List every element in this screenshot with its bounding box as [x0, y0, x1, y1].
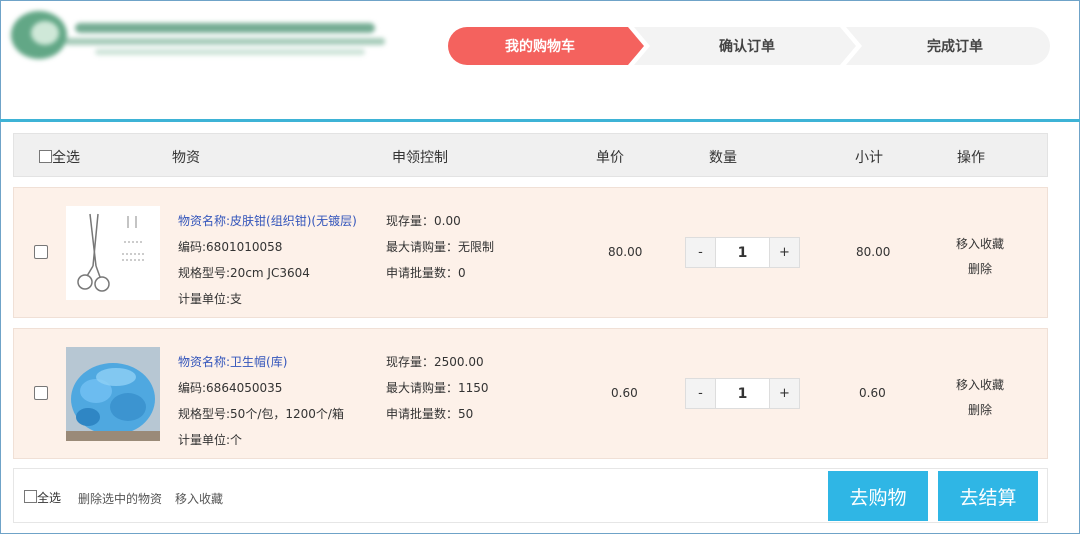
- decrease-button[interactable]: -: [686, 379, 715, 408]
- quantity-stepper: - 1 +: [685, 237, 800, 268]
- max-request-quantity: 最大请购量：无限制: [386, 240, 495, 254]
- go-shopping-button[interactable]: 去购物: [828, 471, 928, 521]
- product-spec: 规格型号:50个/包，1200个/箱: [178, 407, 344, 421]
- select-all-label: 全选: [52, 150, 80, 166]
- product-info: 物资名称:皮肤钳(组织钳)(无镀层) 编码:6801010058 规格型号:20…: [178, 208, 357, 312]
- step-label: 我的购物车: [505, 39, 575, 55]
- row-checkbox[interactable]: [34, 386, 48, 400]
- step-confirm-order[interactable]: 确认订单: [634, 27, 856, 65]
- select-all-checkbox[interactable]: [39, 150, 52, 163]
- product-image[interactable]: [66, 347, 160, 441]
- product-unit: 计量单位:支: [178, 292, 243, 306]
- header-divider: [0, 119, 1080, 122]
- increase-button[interactable]: +: [770, 379, 799, 408]
- step-complete-order[interactable]: 完成订单: [846, 27, 1050, 65]
- checkout-button[interactable]: 去结算: [938, 471, 1038, 521]
- row-checkbox[interactable]: [34, 245, 48, 259]
- product-code: 编码:6864050035: [178, 381, 283, 395]
- product-info: 物资名称:卫生帽(库) 编码:6864050035 规格型号:50个/包，120…: [178, 349, 344, 453]
- row-subtotal: 0.60: [859, 386, 886, 400]
- row-subtotal: 80.00: [856, 245, 891, 259]
- footer-select-all[interactable]: 全选: [24, 489, 61, 506]
- quantity-input[interactable]: 1: [715, 238, 770, 267]
- select-all-header[interactable]: 全选: [39, 147, 80, 167]
- batch-quantity: 申请批量数：50: [386, 407, 474, 421]
- product-spec: 规格型号:20cm JC3604: [178, 266, 310, 280]
- step-my-cart[interactable]: 我的购物车: [448, 27, 644, 65]
- cart-row: 物资名称:卫生帽(库) 编码:6864050035 规格型号:50个/包，120…: [13, 328, 1048, 459]
- column-subtotal: 小计: [855, 150, 883, 166]
- column-quantity: 数量: [709, 150, 737, 166]
- column-control: 申领控制: [392, 150, 448, 166]
- product-code: 编码:6801010058: [178, 240, 283, 254]
- row-actions: 移入收藏 删除: [956, 232, 1004, 282]
- unit-price: 80.00: [608, 245, 643, 259]
- row-actions: 移入收藏 删除: [956, 373, 1004, 423]
- checkout-steps: 我的购物车 确认订单 完成订单: [448, 27, 1050, 65]
- move-to-favorites-link[interactable]: 移入收藏: [956, 232, 1004, 257]
- forceps-icon: [77, 213, 146, 292]
- cart-row: 物资名称:皮肤钳(组织钳)(无镀层) 编码:6801010058 规格型号:20…: [13, 187, 1048, 318]
- move-to-favorites-link[interactable]: 移入收藏: [956, 373, 1004, 398]
- column-unit-price: 单价: [596, 150, 624, 166]
- step-label: 完成订单: [927, 39, 983, 55]
- product-name-link[interactable]: 物资名称:皮肤钳(组织钳)(无镀层): [178, 208, 357, 234]
- footer-select-all-label: 全选: [37, 491, 62, 505]
- cap-pack-icon: [66, 347, 160, 441]
- product-unit: 计量单位:个: [178, 433, 243, 447]
- max-request-quantity: 最大请购量：1150: [386, 381, 489, 395]
- product-image[interactable]: [66, 206, 160, 300]
- batch-quantity: 申请批量数：0: [386, 266, 466, 280]
- increase-button[interactable]: +: [770, 238, 799, 267]
- request-control: 现存量：2500.00 最大请购量：1150 申请批量数：50: [386, 349, 489, 427]
- delete-link[interactable]: 删除: [956, 257, 1004, 282]
- stock-quantity: 现存量：0.00: [386, 214, 461, 228]
- column-actions: 操作: [957, 150, 985, 166]
- logo-icon: [11, 11, 385, 59]
- product-name-link[interactable]: 物资名称:卫生帽(库): [178, 349, 344, 375]
- stock-quantity: 现存量：2500.00: [386, 355, 484, 369]
- unit-price: 0.60: [611, 386, 638, 400]
- delete-selected-link[interactable]: 删除选中的物资: [78, 490, 162, 507]
- header: 我的购物车 确认订单 完成订单: [1, 1, 1079, 119]
- delete-link[interactable]: 删除: [956, 398, 1004, 423]
- quantity-input[interactable]: 1: [715, 379, 770, 408]
- footer-select-all-checkbox[interactable]: [24, 490, 37, 503]
- step-label: 确认订单: [719, 39, 775, 55]
- table-header: 全选 物资 申领控制 单价 数量 小计 操作: [13, 133, 1048, 177]
- decrease-button[interactable]: -: [686, 238, 715, 267]
- quantity-stepper: - 1 +: [685, 378, 800, 409]
- move-to-favorites-footer-link[interactable]: 移入收藏: [175, 490, 223, 507]
- cart-footer: 全选 删除选中的物资 移入收藏 去购物 去结算: [13, 468, 1048, 523]
- column-goods: 物资: [172, 150, 200, 166]
- request-control: 现存量：0.00 最大请购量：无限制 申请批量数：0: [386, 208, 494, 286]
